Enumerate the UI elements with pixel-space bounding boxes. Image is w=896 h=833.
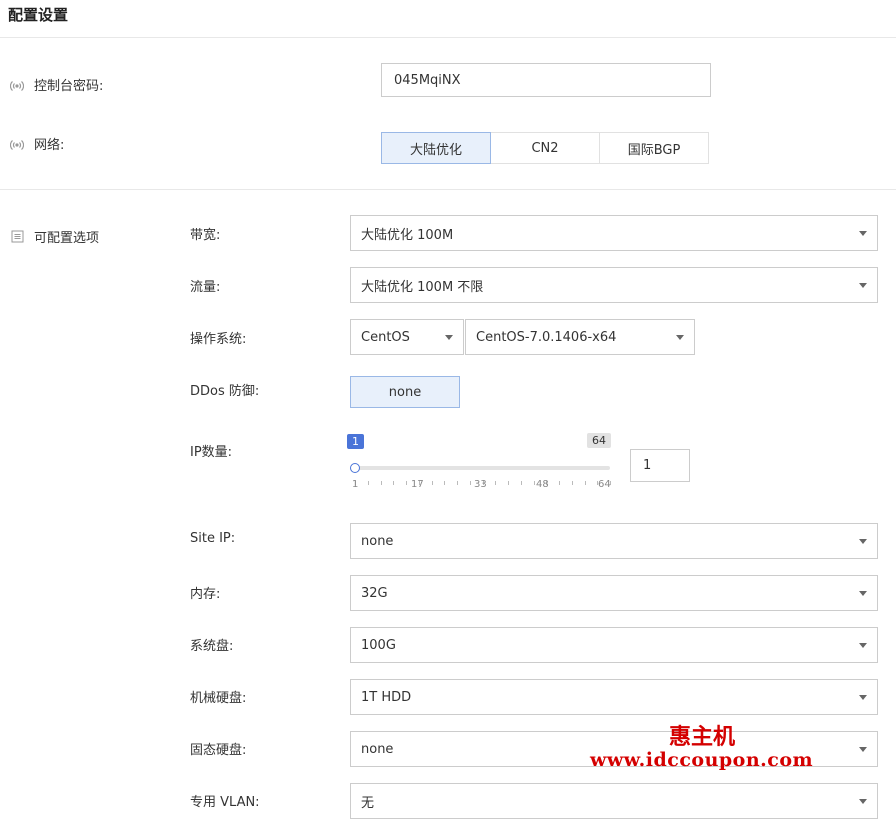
slider-tick xyxy=(368,481,369,485)
system-disk-select[interactable]: 100G xyxy=(350,627,878,663)
ddos-option-none[interactable]: none xyxy=(350,376,460,408)
slider-tick xyxy=(406,481,407,485)
vlan-value: 无 xyxy=(361,795,375,811)
memory-label: 内存: xyxy=(190,587,221,602)
tick-label: 48 xyxy=(536,479,549,490)
chevron-down-icon xyxy=(859,590,867,596)
hdd-select[interactable]: 1T HDD xyxy=(350,679,878,715)
memory-value: 32G xyxy=(361,585,388,601)
ssd-value: none xyxy=(361,741,394,757)
site-ip-select[interactable]: none xyxy=(350,523,878,559)
slider-max-badge: 64 xyxy=(587,433,611,448)
system-disk-label: 系统盘: xyxy=(190,639,234,654)
slider-tick xyxy=(585,481,586,485)
slider-tick xyxy=(559,481,560,485)
slider-tick xyxy=(508,481,509,485)
network-row: 网络: xyxy=(10,134,64,153)
os-family-value: CentOS xyxy=(361,329,410,345)
network-option-mainland[interactable]: 大陆优化 xyxy=(381,132,491,164)
os-version-select[interactable]: CentOS-7.0.1406-x64 xyxy=(465,319,695,355)
slider-tick xyxy=(444,481,445,485)
hdd-label: 机械硬盘: xyxy=(190,691,247,706)
traffic-label: 流量: xyxy=(190,280,221,295)
slider-tick xyxy=(495,481,496,485)
slider-tick xyxy=(534,481,535,485)
ip-count-input[interactable]: 1 xyxy=(630,449,690,482)
console-password-input[interactable]: 045MqiNX xyxy=(381,63,711,97)
network-option-cn2[interactable]: CN2 xyxy=(490,132,600,164)
slider-min-badge: 1 xyxy=(347,434,364,449)
chevron-down-icon xyxy=(859,282,867,288)
vlan-select[interactable]: 无 xyxy=(350,783,878,819)
ddos-label: DDos 防御: xyxy=(190,384,260,399)
watermark-url: www.idccoupon.com xyxy=(590,749,814,771)
divider xyxy=(0,189,896,190)
tick-label: 17 xyxy=(411,479,424,490)
hdd-value: 1T HDD xyxy=(361,689,412,705)
options-section-label: 可配置选项 xyxy=(34,231,100,246)
chevron-down-icon xyxy=(859,694,867,700)
bandwidth-value: 大陆优化 100M xyxy=(361,227,454,243)
signal-icon xyxy=(10,78,24,92)
chevron-down-icon xyxy=(859,538,867,544)
tick-label: 33 xyxy=(474,479,487,490)
ip-count-slider-track[interactable] xyxy=(355,466,610,470)
page-title: 配置设置 xyxy=(8,6,69,24)
watermark-title: 惠主机 xyxy=(669,724,736,750)
slider-tick xyxy=(432,481,433,485)
console-password-row: 控制台密码: xyxy=(10,75,103,94)
slider-tick xyxy=(521,481,522,485)
chevron-down-icon xyxy=(859,230,867,236)
options-section-header: 可配置选项 xyxy=(10,227,99,246)
traffic-value: 大陆优化 100M 不限 xyxy=(361,279,484,295)
os-label: 操作系统: xyxy=(190,332,247,347)
network-selector: 大陆优化 CN2 国际BGP xyxy=(381,132,709,164)
chevron-down-icon xyxy=(859,746,867,752)
site-ip-label: Site IP: xyxy=(190,531,236,546)
slider-tick xyxy=(572,481,573,485)
chevron-down-icon xyxy=(859,798,867,804)
bandwidth-select[interactable]: 大陆优化 100M xyxy=(350,215,878,251)
network-option-bgp[interactable]: 国际BGP xyxy=(599,132,709,164)
ip-count-slider-handle[interactable] xyxy=(350,463,360,473)
list-icon xyxy=(10,230,24,244)
network-label: 网络: xyxy=(34,138,65,153)
os-version-value: CentOS-7.0.1406-x64 xyxy=(476,329,617,345)
chevron-down-icon xyxy=(859,642,867,648)
os-family-select[interactable]: CentOS xyxy=(350,319,464,355)
ip-count-label: IP数量: xyxy=(190,445,233,460)
ssd-label: 固态硬盘: xyxy=(190,743,247,758)
chevron-down-icon xyxy=(676,334,684,340)
tick-label: 64 xyxy=(598,479,611,490)
system-disk-value: 100G xyxy=(361,637,396,653)
slider-tick xyxy=(457,481,458,485)
console-password-label: 控制台密码: xyxy=(34,79,104,94)
slider-tick xyxy=(381,481,382,485)
signal-icon xyxy=(10,137,24,151)
chevron-down-icon xyxy=(445,334,453,340)
vlan-label: 专用 VLAN: xyxy=(190,795,260,810)
tick-label: 1 xyxy=(352,479,359,490)
slider-tick xyxy=(393,481,394,485)
slider-tick xyxy=(470,481,471,485)
bandwidth-label: 带宽: xyxy=(190,228,221,243)
divider xyxy=(0,37,896,38)
memory-select[interactable]: 32G xyxy=(350,575,878,611)
site-ip-value: none xyxy=(361,533,394,549)
traffic-select[interactable]: 大陆优化 100M 不限 xyxy=(350,267,878,303)
